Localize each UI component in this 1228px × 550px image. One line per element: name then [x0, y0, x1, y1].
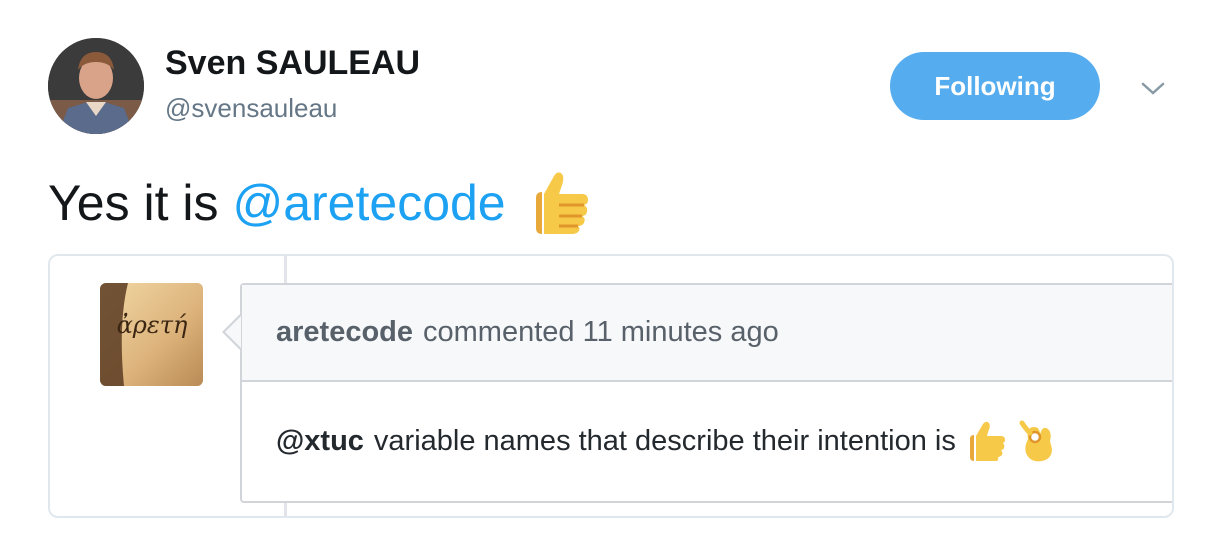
chevron-down-icon[interactable]	[1132, 72, 1174, 106]
author-display-name[interactable]: Sven SAULEAU	[165, 44, 420, 83]
ok-hand-icon	[1018, 419, 1058, 463]
comment-author[interactable]: aretecode	[276, 316, 413, 349]
tweet-text-prefix: Yes it is	[48, 175, 219, 231]
comment-meta[interactable]: commented 11 minutes ago	[423, 316, 779, 349]
tweet-text: Yes it is @aretecode	[48, 168, 592, 238]
commenter-avatar-text: ἀρετή	[117, 311, 188, 339]
thumbs-up-icon	[528, 168, 592, 238]
commenter-avatar: ἀρετή	[100, 283, 203, 386]
comment-box: aretecode commented 11 minutes ago @xtuc…	[240, 283, 1172, 503]
comment-body: @xtuc variable names that describe their…	[242, 382, 1172, 500]
comment-body-text: variable names that describe their inten…	[373, 424, 956, 457]
comment-pointer-fill	[225, 316, 241, 348]
quoted-comment-card[interactable]: ἀρετή aretecode commented 11 minutes ago…	[48, 254, 1174, 518]
comment-body-mention[interactable]: @xtuc	[276, 425, 364, 458]
comment-header: aretecode commented 11 minutes ago	[242, 285, 1172, 382]
author-handle[interactable]: @svensauleau	[165, 93, 337, 124]
tweet-mention-link[interactable]: @aretecode	[232, 168, 505, 238]
thumbs-up-icon	[966, 419, 1008, 463]
following-button[interactable]: Following	[890, 52, 1100, 120]
author-avatar[interactable]	[48, 38, 144, 134]
